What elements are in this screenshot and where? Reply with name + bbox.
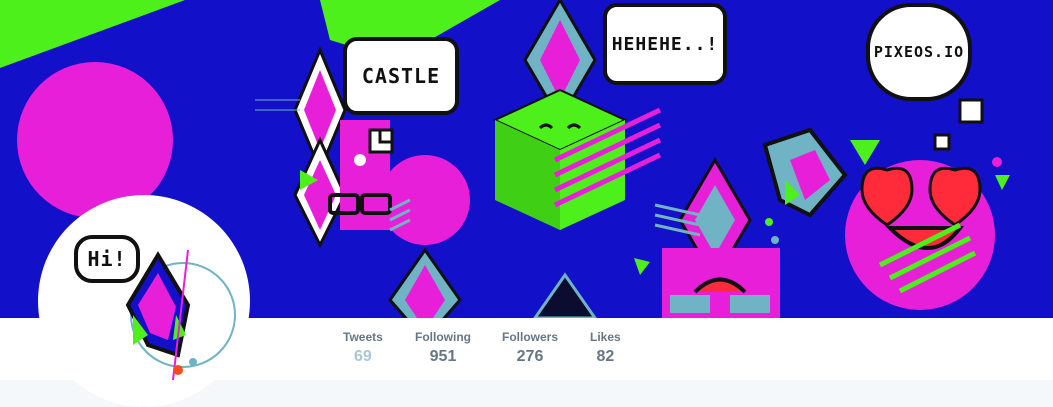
- stat-tweets-label: Tweets: [343, 330, 383, 344]
- hi-speech-bubble: Hi!: [74, 235, 140, 283]
- stat-likes-value: 82: [596, 348, 615, 365]
- stat-followers-value: 276: [516, 348, 544, 365]
- stat-likes-label: Likes: [590, 330, 621, 344]
- hehehe-speech-bubble: HEHEHE..!: [603, 3, 727, 85]
- avatar-logo-icon: [125, 249, 236, 381]
- stat-tweets-value: 69: [354, 348, 372, 365]
- pixeos-speech-bubble: PIXEOS.IO: [866, 3, 972, 101]
- stat-likes[interactable]: Likes 82: [590, 330, 621, 367]
- stat-following-value: 951: [429, 348, 457, 365]
- stat-following-label: Following: [415, 330, 471, 344]
- avatar[interactable]: Hi!: [38, 195, 250, 407]
- stat-following[interactable]: Following 951: [415, 330, 471, 367]
- stat-tweets[interactable]: Tweets 69: [343, 330, 383, 367]
- stat-followers[interactable]: Followers 276: [502, 330, 558, 367]
- castle-speech-bubble: CASTLE: [343, 37, 459, 115]
- stat-followers-label: Followers: [502, 330, 559, 344]
